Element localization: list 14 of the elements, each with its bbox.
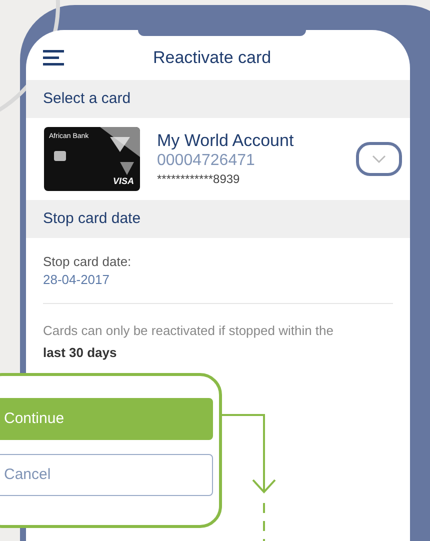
- chevron-down-icon: [372, 155, 386, 163]
- card-dropdown-button[interactable]: [356, 142, 402, 176]
- section-header: Select a card: [26, 80, 410, 118]
- menu-icon[interactable]: [43, 50, 65, 66]
- reactivation-note: Cards can only be reactivated if stopped within the last 30 days: [43, 322, 335, 362]
- screen-title: Reactivate card: [153, 47, 272, 70]
- masked-card-number: ************8939: [157, 171, 241, 187]
- section-header: Stop card date: [26, 200, 410, 238]
- stop-date-label: Stop card date:: [43, 253, 132, 271]
- cancel-button[interactable]: Cancel: [0, 454, 213, 496]
- account-name: My World Account: [157, 131, 294, 151]
- account-number: 00004726471: [157, 151, 256, 171]
- stop-date-value: 28-04-2017: [43, 271, 110, 289]
- continue-button[interactable]: Continue: [0, 398, 213, 440]
